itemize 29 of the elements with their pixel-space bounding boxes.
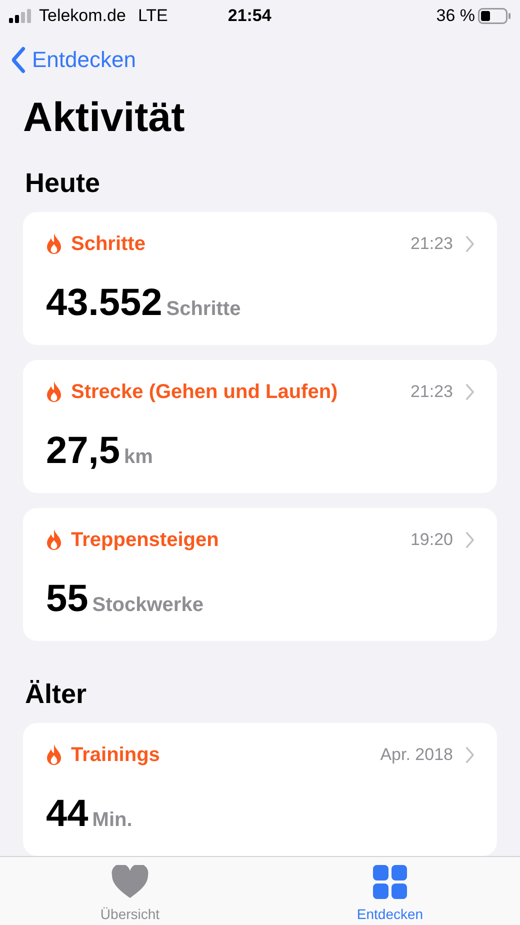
card-title: Treppensteigen (71, 528, 219, 553)
tab-item[interactable]: Entdecken (260, 857, 520, 925)
network-type: LTE (138, 5, 168, 28)
card-unit: km (124, 445, 153, 470)
card-value: 43.552 (46, 281, 162, 325)
card-title: Schritte (71, 232, 146, 257)
card-title: Trainings (71, 743, 160, 768)
activity-card[interactable]: Schritte 21:23 43.552 Schritte (23, 212, 497, 345)
card-unit: Schritte (166, 297, 241, 322)
card-time: 19:20 (410, 529, 453, 552)
page-title: Aktivität (23, 93, 186, 142)
card-value: 55 (46, 577, 88, 621)
card-time: 21:23 (410, 233, 453, 256)
card-time: 21:23 (410, 381, 453, 404)
card-time: Apr. 2018 (380, 744, 453, 766)
card-unit: Stockwerke (92, 593, 204, 618)
activity-card[interactable]: Treppensteigen 19:20 55 Stockwerke (23, 508, 497, 641)
activity-card[interactable]: Strecke (Gehen und Laufen) 21:23 27,5 km (23, 360, 497, 493)
carrier-name: Telekom.de (39, 5, 126, 28)
card-value: 27,5 (46, 429, 120, 473)
section-heading: Älter (25, 678, 88, 711)
battery-percent: 36 % (436, 5, 475, 28)
activity-card[interactable]: Trainings Apr. 2018 44 Min. (23, 723, 497, 856)
back-button[interactable]: Entdecken (12, 43, 136, 76)
card-value: 44 (46, 792, 88, 836)
section-heading: Heute (25, 167, 102, 200)
clock: 21:54 (228, 5, 272, 28)
card-title: Strecke (Gehen und Laufen) (71, 380, 338, 405)
card-unit: Min. (92, 808, 132, 833)
